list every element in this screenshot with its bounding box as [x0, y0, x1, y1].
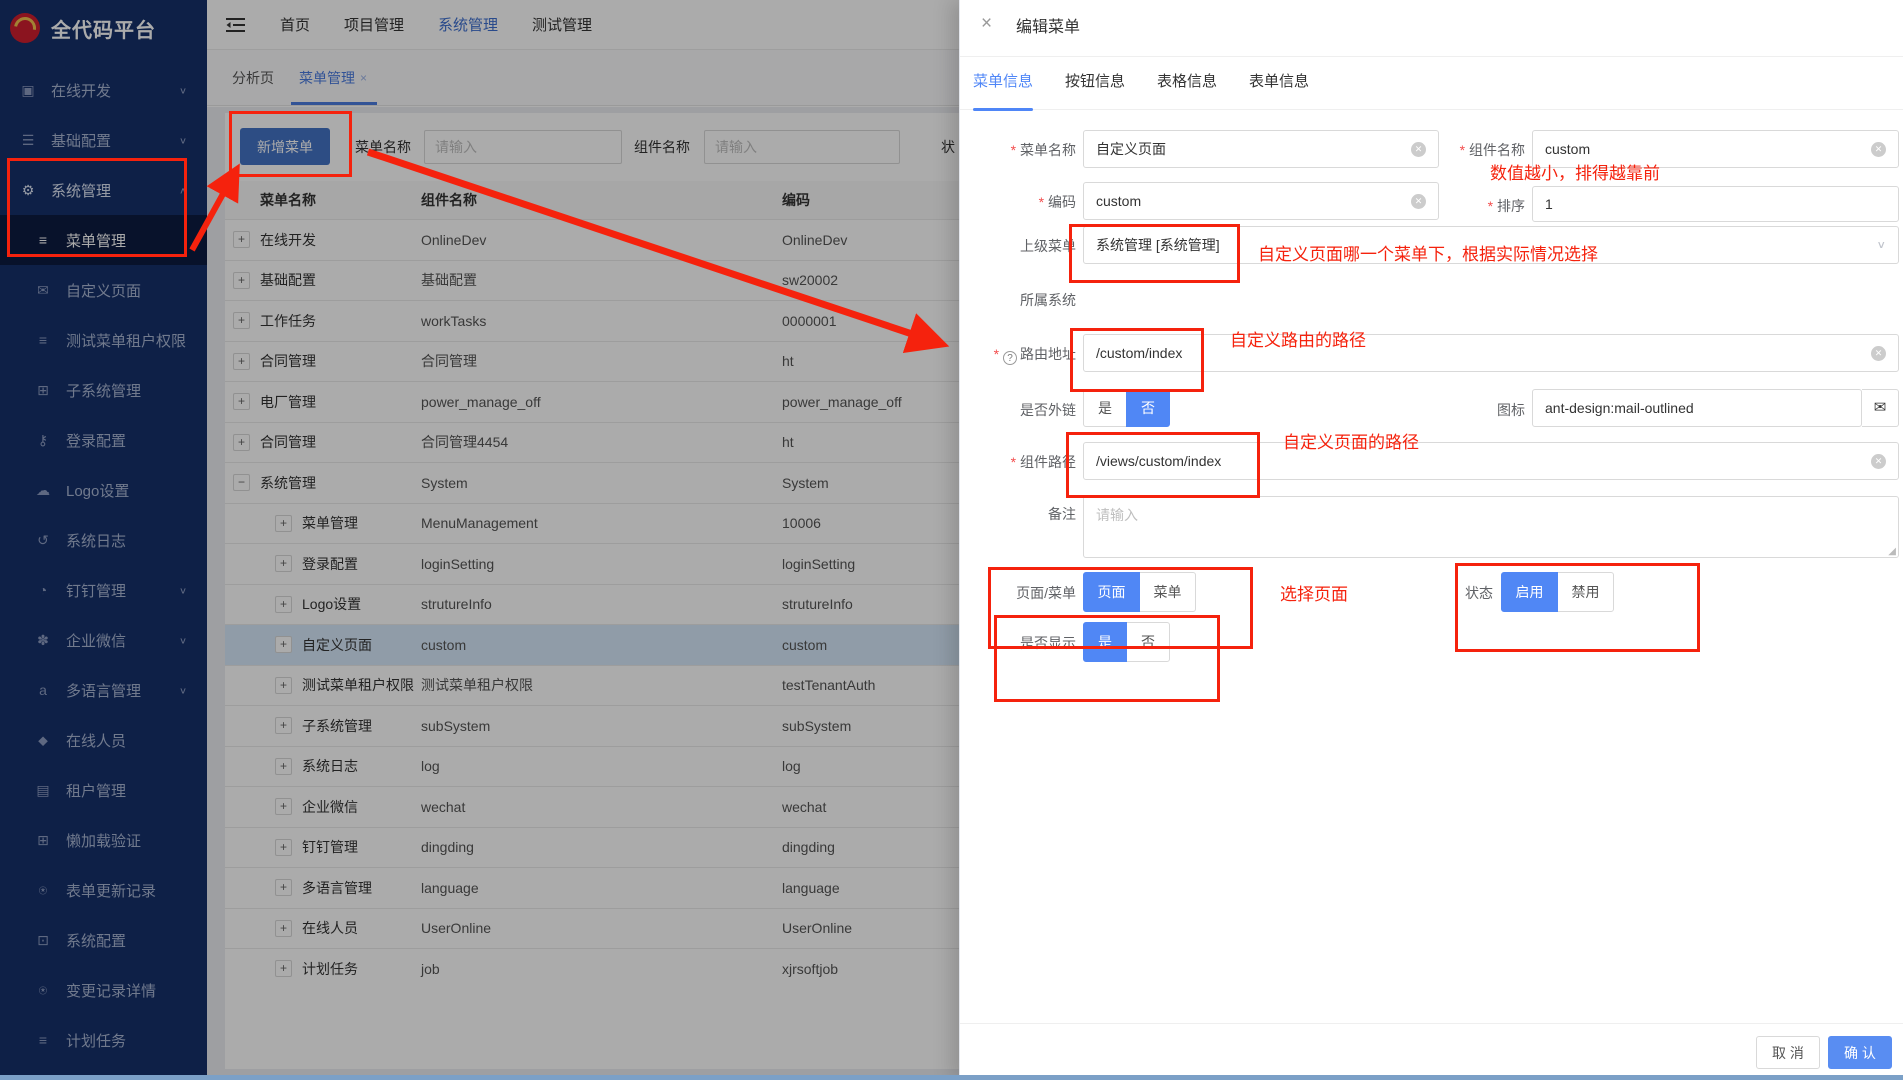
help-icon: ? — [1003, 351, 1017, 365]
resize-handle-icon[interactable]: ◢ — [1888, 546, 1896, 557]
icon-input[interactable]: ant-design:mail-outlined — [1532, 389, 1862, 427]
menu-name-value: 自定义页面 — [1096, 139, 1411, 159]
sort-input[interactable]: 1 — [1532, 186, 1899, 222]
enable-button[interactable]: 启用 — [1501, 572, 1558, 612]
external-no-button[interactable]: 否 — [1126, 389, 1170, 427]
component-name-value: custom — [1545, 141, 1871, 157]
icon-label: 图标 — [1409, 400, 1525, 420]
drawer-tab[interactable]: 表格信息 — [1157, 57, 1217, 110]
status-label: 状态 — [1377, 583, 1493, 603]
component-path-value: /views/custom/index — [1096, 453, 1871, 469]
mail-icon-button[interactable]: ✉ — [1862, 389, 1899, 427]
remark-placeholder: 请输入 — [1096, 507, 1138, 523]
menu-button[interactable]: 菜单 — [1139, 572, 1196, 612]
page-button[interactable]: 页面 — [1083, 572, 1140, 612]
drawer-footer: 取 消 确 认 — [960, 1023, 1903, 1080]
component-path-label: 组件路径 — [960, 452, 1076, 472]
parent-menu-value: 系统管理 [系统管理] — [1096, 235, 1876, 255]
chevron-down-icon: ∨ — [1876, 239, 1886, 252]
code-label: 编码 — [960, 192, 1076, 212]
drawer-tab[interactable]: 表单信息 — [1249, 57, 1309, 110]
cancel-button[interactable]: 取 消 — [1756, 1036, 1820, 1069]
page-menu-toggle: 页面 菜单 — [1083, 572, 1196, 612]
menu-name-label: 菜单名称 — [960, 140, 1076, 160]
edit-menu-drawer: × 编辑菜单 菜单信息按钮信息表格信息表单信息 菜单名称 自定义页面 ✕ 组件名… — [959, 0, 1903, 1080]
visible-yes-button[interactable]: 是 — [1083, 622, 1127, 662]
parent-menu-select[interactable]: 系统管理 [系统管理] ∨ — [1083, 226, 1899, 264]
drawer-tabbar: 菜单信息按钮信息表格信息表单信息 — [960, 57, 1903, 110]
sort-value: 1 — [1545, 196, 1886, 212]
component-path-input[interactable]: /views/custom/index ✕ — [1083, 442, 1899, 480]
drawer-tab[interactable]: 按钮信息 — [1065, 57, 1125, 110]
route-value: /custom/index — [1096, 345, 1871, 361]
drawer-header: × 编辑菜单 — [960, 0, 1903, 57]
page-menu-label: 页面/菜单 — [960, 583, 1076, 603]
app-window: 全代码平台 ▣ 在线开发 ∨ ☰ 基础配置 ∨ ⚙ 系统管理 ∧ ≡ 菜单管理 — [0, 0, 1903, 1080]
clear-icon[interactable]: ✕ — [1871, 142, 1886, 157]
drawer-title: 编辑菜单 — [1016, 13, 1080, 37]
remark-textarea[interactable]: 请输入 ◢ — [1083, 496, 1899, 558]
disable-button[interactable]: 禁用 — [1557, 572, 1614, 612]
visible-toggle: 是 否 — [1083, 622, 1170, 662]
route-input[interactable]: /custom/index ✕ — [1083, 334, 1899, 372]
external-yes-button[interactable]: 是 — [1083, 389, 1127, 427]
status-toggle: 启用 禁用 — [1501, 572, 1614, 612]
visible-no-button[interactable]: 否 — [1126, 622, 1170, 662]
menu-info-form: 菜单名称 自定义页面 ✕ 组件名称 custom ✕ 编码 custom ✕ 排… — [960, 110, 1903, 1023]
sort-label: 排序 — [1409, 196, 1525, 216]
component-name-label: 组件名称 — [1409, 140, 1525, 160]
external-link-toggle: 是 否 — [1083, 389, 1170, 427]
confirm-button[interactable]: 确 认 — [1828, 1036, 1892, 1069]
icon-value: ant-design:mail-outlined — [1545, 400, 1849, 416]
remark-label: 备注 — [960, 504, 1076, 524]
menu-name-input[interactable]: 自定义页面 ✕ — [1083, 130, 1439, 168]
system-label: 所属系统 — [960, 290, 1076, 310]
external-link-label: 是否外链 — [960, 400, 1076, 420]
close-icon[interactable]: × — [981, 13, 992, 35]
code-input[interactable]: custom ✕ — [1083, 182, 1439, 220]
bottom-scrollbar[interactable] — [0, 1075, 1903, 1080]
drawer-tab[interactable]: 菜单信息 — [973, 57, 1033, 110]
code-value: custom — [1096, 193, 1411, 209]
route-label: * ?路由地址 — [960, 344, 1076, 365]
clear-icon[interactable]: ✕ — [1871, 346, 1886, 361]
visible-label: 是否显示 — [960, 633, 1076, 653]
clear-icon[interactable]: ✕ — [1871, 454, 1886, 469]
component-name-input[interactable]: custom ✕ — [1532, 130, 1899, 168]
parent-menu-label: 上级菜单 — [960, 236, 1076, 256]
